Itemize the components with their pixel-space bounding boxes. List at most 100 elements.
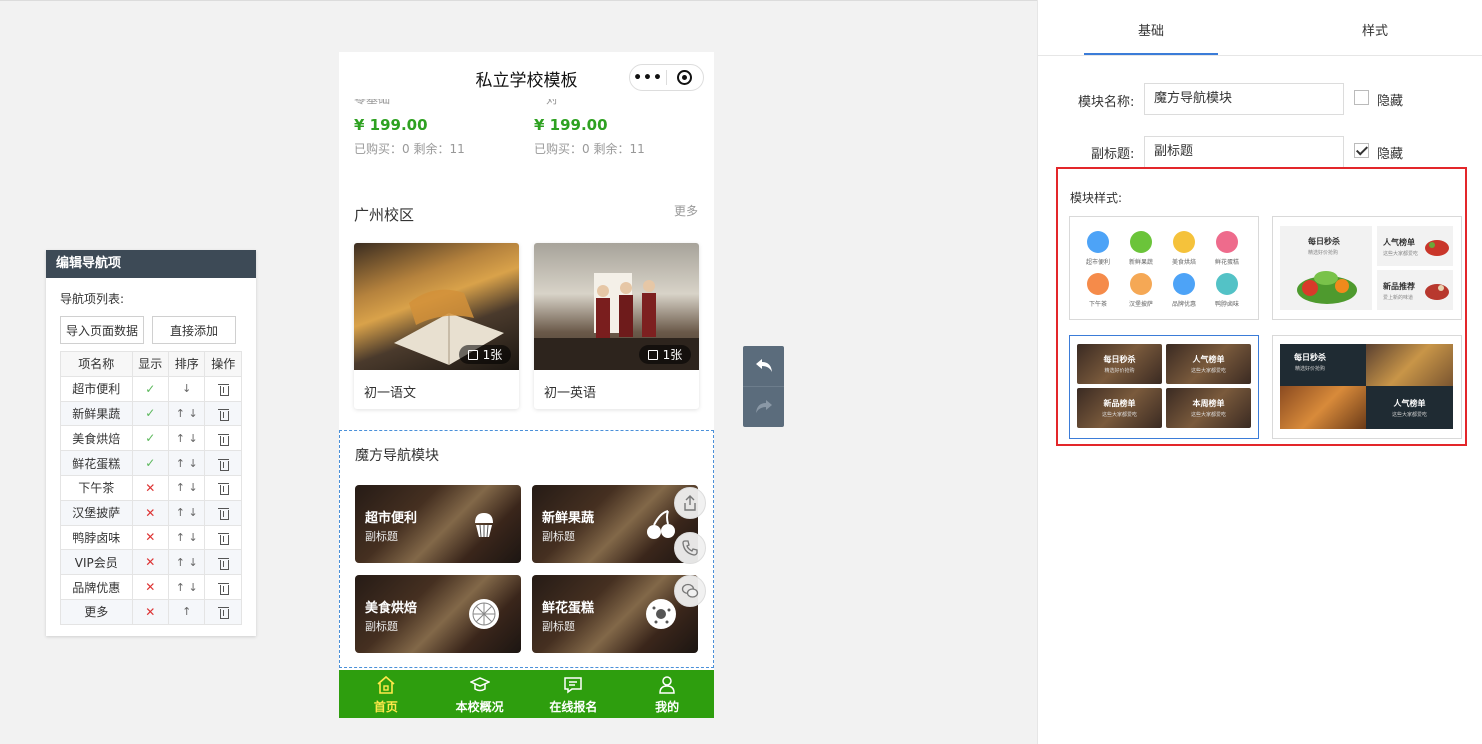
trash-icon (217, 507, 229, 521)
photo-count-badge: 1张 (459, 345, 511, 364)
show-toggle[interactable]: ✓ (131, 450, 169, 476)
graduation-cap-icon (469, 677, 490, 692)
more-link[interactable]: 更多 (674, 202, 698, 219)
style-option-icon-grid[interactable]: 超市便利 新鲜果蔬 美食烘焙 鲜花蛋糕 下午茶 汉堡披萨 品牌优惠 鸭脖卤味 (1069, 216, 1259, 320)
properties-panel: 基础 样式 模块名称: 魔方导航模块 隐藏 副标题: 副标题 隐藏 模块样式: … (1037, 0, 1482, 744)
phone-call-button[interactable] (674, 532, 706, 564)
hide-subtitle-checkbox[interactable] (1354, 143, 1369, 158)
product-sold: 已购买：0 剩余：11 (354, 142, 465, 156)
product-sold: 已购买：0 剩余：11 (534, 142, 645, 156)
table-row: 更多 ✕ ↑ (60, 598, 242, 625)
more-dots-icon[interactable]: ••• (630, 70, 666, 86)
tab-basic[interactable]: 基础 (1138, 20, 1164, 39)
preview-block: 本周榜单 这些大家都爱吃 (1166, 388, 1251, 428)
mini-program-capsule[interactable]: ••• (629, 64, 704, 91)
pizza-icon (1130, 273, 1152, 295)
edit-nav-title: 编辑导航项 (46, 250, 256, 278)
preview-block: 新品榜单 这些大家都爱吃 (1077, 388, 1162, 428)
tab-home[interactable]: 首页 (339, 670, 433, 718)
sort-arrows[interactable]: ↑ ↓ (167, 474, 206, 501)
sort-arrows[interactable]: ↓ (167, 375, 206, 402)
share-icon (684, 495, 696, 511)
grid-item: 美食烘焙 (1164, 231, 1204, 266)
nav-tile[interactable]: 新鲜果蔬 副标题 (532, 485, 698, 563)
hide-name-checkbox[interactable] (1354, 90, 1369, 105)
undo-button[interactable] (743, 346, 784, 386)
style-option-one-plus-two[interactable]: 每日秒杀 精选好价抢购 人气榜单 这些大家都爱吃 新品推荐 爱上新的味道 (1272, 216, 1462, 320)
nav-item-name: 更多 (60, 598, 133, 625)
add-directly-button[interactable]: 直接添加 (152, 316, 236, 344)
tab-mine[interactable]: 我的 (620, 670, 714, 718)
sort-arrows[interactable]: ↑ ↓ (167, 400, 206, 427)
table-row: 品牌优惠 ✕ ↑ ↓ (60, 574, 242, 600)
delete-button[interactable] (204, 499, 242, 526)
phone-preview: 私立学校模板 ••• 零基础 一对一 ¥ 199.00 ¥ 199.00 已购买… (339, 52, 714, 718)
tile-subtitle: 副标题 (542, 530, 575, 543)
delete-button[interactable] (204, 549, 242, 576)
course-card[interactable]: 1张 初一语文 (354, 243, 519, 409)
table-row: 鲜花蛋糕 ✓ ↑ ↓ (60, 450, 242, 476)
delete-button[interactable] (204, 400, 242, 427)
redo-button[interactable] (743, 386, 784, 426)
sort-arrows[interactable]: ↑ ↓ (167, 499, 206, 526)
delete-button[interactable] (204, 524, 242, 551)
close-target-icon[interactable] (667, 70, 703, 85)
grid-item: 超市便利 (1078, 231, 1118, 266)
sort-arrows[interactable]: ↑ (167, 598, 206, 625)
show-toggle[interactable]: ✕ (131, 499, 169, 526)
tile-title: 鲜花蛋糕 (542, 601, 595, 616)
sort-arrows[interactable]: ↑ ↓ (167, 524, 206, 551)
magic-nav-module[interactable]: 魔方导航模块 超市便利 副标题 新鲜果蔬 副标题 美食烘焙 副标题 鲜花蛋糕 副… (339, 430, 714, 668)
tab-school-overview[interactable]: 本校概况 (433, 670, 527, 718)
delete-button[interactable] (204, 375, 242, 402)
copy-icon (467, 349, 478, 360)
show-toggle[interactable]: ✕ (131, 574, 169, 600)
course-caption: 初一语文 (364, 386, 417, 401)
preview-block: 每日秒杀 精选好价抢购 (1280, 226, 1372, 310)
table-row: VIP会员 ✕ ↑ ↓ (60, 549, 242, 576)
tab-label: 我的 (655, 700, 680, 714)
cake-icon (1173, 231, 1195, 253)
delete-button[interactable] (204, 598, 242, 625)
delete-button[interactable] (204, 474, 242, 501)
fork-icon (1216, 273, 1238, 295)
show-toggle[interactable]: ✕ (131, 549, 169, 576)
style-option-checkerboard[interactable]: 每日秒杀 精选好价抢购 人气榜单 这些大家都爱吃 (1272, 335, 1462, 439)
sort-arrows[interactable]: ↑ ↓ (167, 574, 206, 600)
show-toggle[interactable]: ✓ (131, 400, 169, 427)
show-toggle[interactable]: ✕ (131, 524, 169, 551)
donut-icon (646, 599, 676, 629)
panel-tabs: 基础 样式 (1038, 0, 1482, 56)
nav-item-name: 品牌优惠 (60, 574, 133, 600)
tag-icon (1173, 273, 1195, 295)
delete-button[interactable] (204, 450, 242, 476)
course-card[interactable]: 1张 初一英语 (534, 243, 699, 409)
tab-online-signup[interactable]: 在线报名 (527, 670, 621, 718)
share-button[interactable] (674, 487, 706, 519)
sort-arrows[interactable]: ↑ ↓ (167, 425, 206, 452)
nav-tile[interactable]: 鲜花蛋糕 副标题 (532, 575, 698, 653)
module-style-section: 模块样式: 超市便利 新鲜果蔬 美食烘焙 鲜花蛋糕 下午茶 汉堡披萨 品牌优惠 … (1056, 167, 1467, 446)
import-page-data-button[interactable]: 导入页面数据 (60, 316, 144, 344)
col-header-sort: 排序 (167, 351, 206, 377)
sort-arrows[interactable]: ↑ ↓ (167, 549, 206, 576)
wechat-button[interactable] (674, 575, 706, 607)
style-option-grid-2x2[interactable]: 每日秒杀 精选好价抢购 人气榜单 这些大家都爱吃 新品榜单 这些大家都爱吃 本周榜单这… (1069, 335, 1259, 439)
tab-style[interactable]: 样式 (1362, 20, 1388, 39)
show-toggle[interactable]: ✓ (131, 425, 169, 452)
grid-item: 鸭脖卤味 (1207, 273, 1247, 308)
show-toggle[interactable]: ✓ (131, 375, 169, 402)
nav-tile[interactable]: 美食烘焙 副标题 (355, 575, 521, 653)
delete-button[interactable] (204, 425, 242, 452)
sort-arrows[interactable]: ↑ ↓ (167, 450, 206, 476)
module-name-input[interactable]: 魔方导航模块 (1144, 83, 1344, 115)
course-caption: 初一英语 (544, 386, 597, 401)
show-toggle[interactable]: ✕ (131, 474, 169, 501)
cherry-icon (647, 510, 675, 539)
delete-button[interactable] (204, 574, 242, 600)
show-toggle[interactable]: ✕ (131, 598, 169, 625)
food-image (1425, 240, 1449, 256)
nav-tile[interactable]: 超市便利 副标题 (355, 485, 521, 563)
tab-label: 首页 (373, 700, 398, 714)
subtitle-input[interactable]: 副标题 (1144, 136, 1344, 168)
